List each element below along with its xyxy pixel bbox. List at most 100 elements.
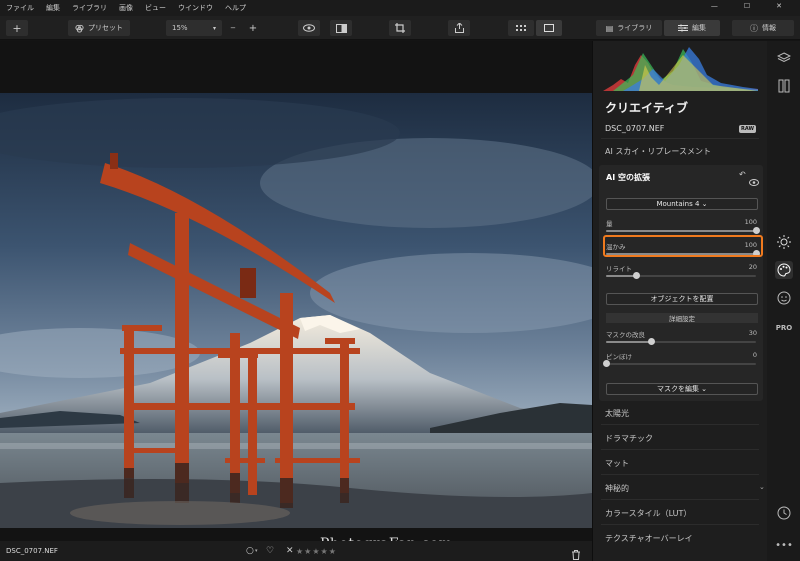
share-icon [454,23,464,33]
reset-icon[interactable]: ↶ [739,170,746,179]
advanced-settings-header[interactable]: 詳細設定 [606,313,758,323]
toolbar: + プリセット 15% ▾ − + ▤ ライブラリ 編集 ⓘ 情報 [0,16,800,40]
panel-filename: DSC_0707.NEF [605,124,665,133]
slider-relight[interactable] [606,272,756,279]
trash-icon[interactable] [572,545,580,561]
single-image-icon [544,24,554,32]
add-button[interactable]: + [6,20,28,36]
slider-amount-value: 100 [744,218,757,226]
grid-icon [516,24,526,31]
divider [601,138,759,139]
tool-matte[interactable]: マット [605,458,629,469]
compare-eye-button[interactable] [298,20,320,36]
divider [601,424,759,425]
tool-dramatic[interactable]: ドラマチック [605,433,653,444]
close-icon[interactable]: ✕ [776,2,782,10]
highlight-box [603,235,763,257]
history-clock-icon[interactable] [775,504,793,522]
tool-color-styles-lut[interactable]: カラースタイル（LUT） [605,508,691,519]
split-view-button[interactable] [330,20,352,36]
menu-library[interactable]: ライブラリ [72,3,107,13]
menu-view[interactable]: ビュー [145,3,166,13]
slider-knob[interactable] [633,272,640,279]
slider-defocus-value: 0 [752,351,757,359]
slider-knob[interactable] [753,227,760,234]
image-canvas[interactable] [0,41,592,541]
bottom-filename: DSC_0707.NEF [6,547,58,555]
zoom-in-button[interactable]: + [246,20,260,36]
slider-defocus[interactable] [603,360,756,367]
presets-icon [75,24,84,33]
single-view-button[interactable] [536,20,562,36]
presets-button[interactable]: プリセット [68,20,130,36]
crop-icon [395,23,405,33]
window-controls: — ☐ ✕ [711,2,794,10]
essentials-sun-icon[interactable] [775,233,793,251]
plus-icon: + [12,21,22,35]
chevron-down-icon[interactable]: ▾ [255,548,258,554]
creative-palette-icon[interactable] [775,261,793,279]
menu-edit[interactable]: 編集 [46,3,60,13]
menu-help[interactable]: ヘルプ [225,3,246,13]
zoom-select[interactable]: 15% ▾ [166,20,222,36]
edit-mask-button[interactable]: マスクを編集 ⌄ [606,383,758,395]
slider-amount-label: 量 [606,220,613,228]
tab-info[interactable]: ⓘ 情報 [732,20,794,36]
layers-icon[interactable] [775,49,793,67]
portrait-face-icon[interactable] [775,289,793,307]
divider [601,449,759,450]
divider [601,474,759,475]
slider-knob[interactable] [603,360,610,367]
slider-mask-refine[interactable] [606,338,756,345]
slider-knob[interactable] [648,338,655,345]
color-label-icon[interactable]: ○ [246,546,254,556]
sliders-icon [678,24,688,32]
maximize-icon[interactable]: ☐ [744,2,750,10]
histogram [603,47,758,91]
minus-icon: − [230,24,236,32]
zoom-out-button[interactable]: − [226,20,240,36]
pro-icon[interactable]: PRO [775,319,793,337]
chevron-down-icon[interactable]: ⌄ [759,483,765,491]
tool-category-rail: PRO ••• [767,41,800,561]
menu-file[interactable]: ファイル [6,3,34,13]
grid-view-button[interactable] [508,20,534,36]
slider-relight-value: 20 [748,263,757,271]
tab-library[interactable]: ▤ ライブラリ [596,20,662,36]
menu-image[interactable]: 画像 [119,3,133,13]
zoom-value: 15% [172,24,188,32]
tab-edit-label: 編集 [692,24,706,32]
slider-mask-refine-label: マスクの改良 [606,331,645,339]
more-icon[interactable]: ••• [775,536,793,554]
tool-texture-overlay[interactable]: テクスチャオーバーレイ [605,533,693,544]
eye-icon[interactable] [749,171,759,190]
tab-edit[interactable]: 編集 [664,20,720,36]
edit-panel: クリエイティブ DSC_0707.NEF RAW AI スカイ・リプレースメント… [592,41,767,561]
sky-preset-dropdown[interactable]: Mountains 4 ⌄ [606,198,758,210]
slider-amount[interactable] [606,227,760,234]
heart-icon[interactable]: ♡ [266,546,274,556]
eye-icon [303,24,315,32]
menu-bar: ファイル 編集 ライブラリ 画像 ビュー ウインドウ ヘルプ — ☐ ✕ [0,0,800,16]
tool-sunrays[interactable]: 太陽光 [605,408,629,419]
crop-button[interactable] [389,20,411,36]
star-rating[interactable]: ★★★★★ [296,547,337,556]
tab-library-label: ライブラリ [617,24,653,32]
slider-relight-label: リライト [606,265,632,273]
tool-mystical[interactable]: 神秘的 [605,483,629,494]
slider-defocus-label: ピンぼけ [606,353,632,361]
canvas-tools-icon[interactable] [775,77,793,95]
ai-sky-replacement-item[interactable]: AI スカイ・リプレースメント [605,146,711,157]
presets-label: プリセット [88,24,123,32]
photo-image [0,93,592,528]
menu-window[interactable]: ウインドウ [178,3,213,13]
divider [601,499,759,500]
place-objects-button[interactable]: オブジェクトを配置 [606,293,758,305]
export-button[interactable] [448,20,470,36]
raw-badge: RAW [739,125,757,133]
reject-icon[interactable]: ✕ [286,546,294,556]
panel-title: クリエイティブ [605,101,689,115]
minimize-icon[interactable]: — [711,2,718,10]
chevron-down-icon: ▾ [212,24,216,32]
tab-info-label: 情報 [762,24,776,32]
